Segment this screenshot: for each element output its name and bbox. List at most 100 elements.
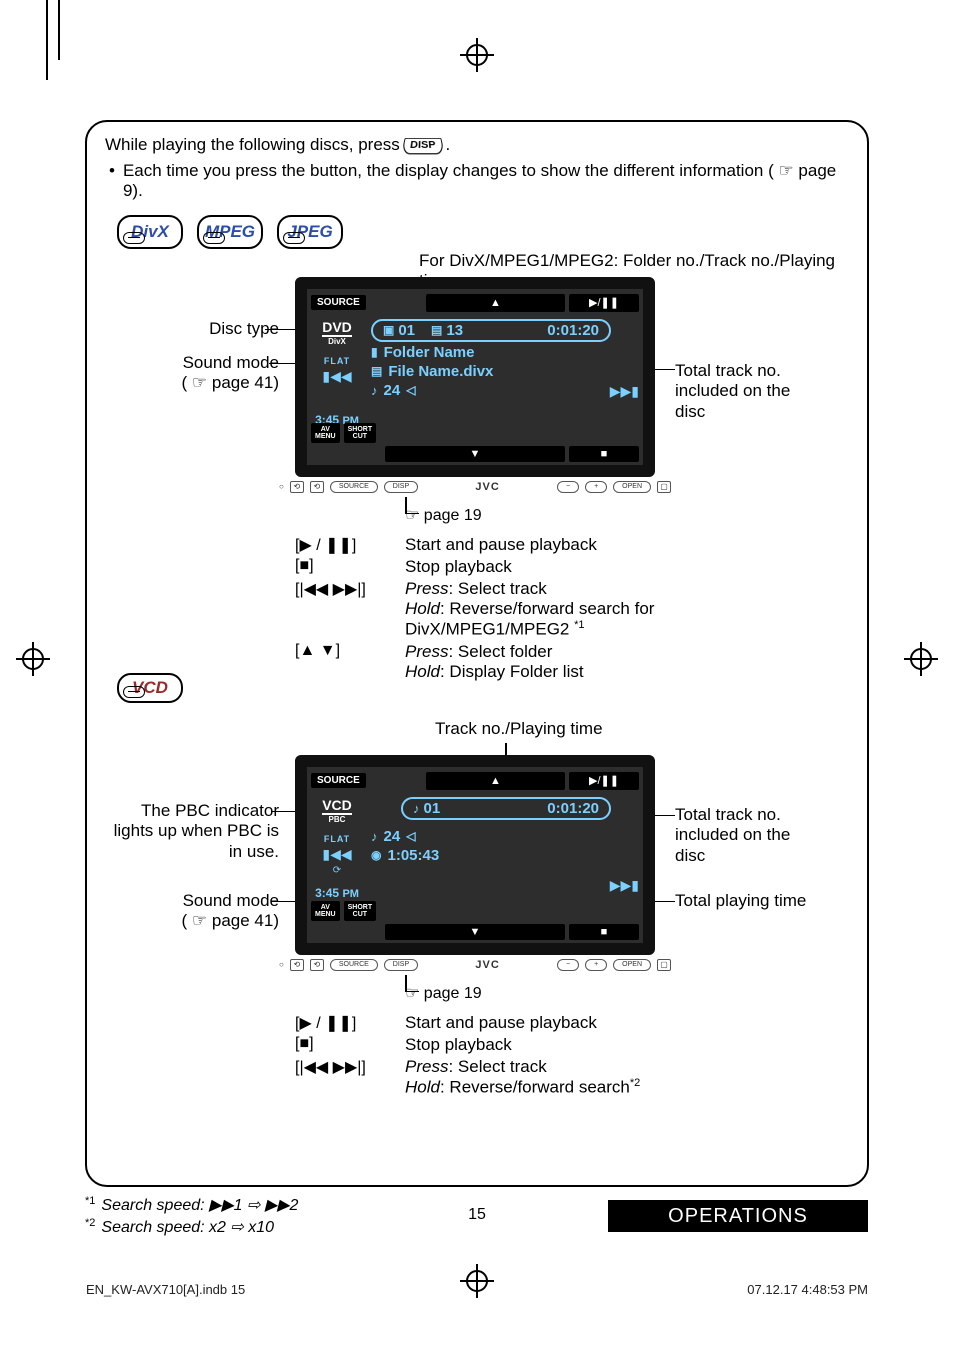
controls-table: [▶ / ❚❚] Start and pause playback [■] St… <box>295 1011 795 1100</box>
intro-bullet: • Each time you press the button, the di… <box>109 161 849 201</box>
play-time: 0:01:20 <box>547 800 599 817</box>
control-desc: Stop playback <box>405 1035 795 1055</box>
prev-track-button[interactable]: ▮◀◀ <box>309 846 365 863</box>
bezel-button[interactable]: ⟲ <box>310 481 324 493</box>
list-icon: ▤ <box>431 323 442 337</box>
disp-bezel-button[interactable]: DISP <box>384 959 418 971</box>
bullet-icon: • <box>109 161 115 201</box>
next-track-button[interactable]: ▶▶▮ <box>610 877 639 894</box>
up-button[interactable]: ▲ <box>426 772 565 790</box>
folder-icon: ▣ <box>383 323 394 337</box>
note-icon: ♪ <box>371 383 378 398</box>
press-label: Press <box>405 579 448 598</box>
track-no: 13 <box>446 322 463 339</box>
open-button[interactable]: OPEN <box>613 959 651 971</box>
control-key: [▲ ▼] <box>295 642 405 660</box>
down-button[interactable]: ▼ <box>385 446 565 462</box>
brand-logo: JVC <box>475 481 499 493</box>
control-desc: Start and pause playback <box>405 1013 795 1033</box>
control-key: [■] <box>295 557 405 575</box>
arrow-left-icon: ◁ <box>406 383 415 397</box>
jpeg-badge: JPEG <box>277 215 343 249</box>
label-ref: ( ☞ page 41) <box>182 911 279 930</box>
footnote-marker: *1 <box>574 619 584 631</box>
press-label: Press <box>405 642 448 661</box>
short-cut-button[interactable]: SHORT CUT <box>344 423 377 443</box>
up-button[interactable]: ▲ <box>426 294 565 312</box>
stop-button[interactable]: ■ <box>569 924 639 940</box>
section2-diagram: Track no./Playing time The PBC indicator… <box>105 727 849 1167</box>
control-desc: Press: Select folder Hold: Display Folde… <box>405 642 795 682</box>
control-desc: Start and pause playback <box>405 535 795 555</box>
play-pause-button[interactable]: ▶/❚❚ <box>569 772 639 790</box>
vol-up-button[interactable]: + <box>585 481 607 493</box>
open-button[interactable]: OPEN <box>613 481 651 493</box>
control-desc: Press: Select track Hold: Reverse/forwar… <box>405 1057 795 1098</box>
control-row: [■] Stop playback <box>295 557 795 577</box>
hold-label: Hold <box>405 662 440 681</box>
note-icon: ♪ <box>371 829 378 844</box>
sound-mode-label: Sound mode ( ☞ page 41) <box>119 353 279 394</box>
disp-bezel-button[interactable]: DISP <box>384 481 418 493</box>
av-menu-button[interactable]: AV MENU <box>311 901 340 921</box>
bezel-button[interactable]: ⟲ <box>290 481 304 493</box>
brand-logo: JVC <box>475 959 499 971</box>
vol-down-button[interactable]: − <box>557 481 579 493</box>
stop-button[interactable]: ■ <box>569 446 639 462</box>
sound-mode-label: Sound mode ( ☞ page 41) <box>119 891 279 932</box>
clock-ampm: PM <box>342 888 359 900</box>
registration-mark-icon <box>22 648 44 670</box>
vol-up-button[interactable]: + <box>585 959 607 971</box>
play-time: 0:01:20 <box>547 322 599 339</box>
format-badge-row: DivX MPEG JPEG <box>117 215 849 249</box>
lcd-area: ♪01 0:01:20 ♪24◁ ◉1:05:43 <box>371 797 637 893</box>
bezel-button[interactable]: ⟲ <box>310 959 324 971</box>
disc-icon <box>123 232 145 244</box>
file-icon: ▤ <box>371 364 382 378</box>
control-row: [|◀◀ ▶▶|] Press: Select track Hold: Reve… <box>295 579 795 640</box>
registration-mark-icon <box>910 648 932 670</box>
control-desc: Stop playback <box>405 557 795 577</box>
press-label: Press <box>405 1057 448 1076</box>
disc-type-label: Disc type <box>129 319 279 339</box>
registration-mark-icon <box>466 44 488 66</box>
content-panel: While playing the following discs, press… <box>85 120 869 1187</box>
section-tab: OPERATIONS <box>608 1200 868 1232</box>
prev-track-button[interactable]: ▮◀◀ <box>309 368 365 385</box>
footer-left: EN_KW-AVX710[A].indb 15 <box>86 1282 245 1297</box>
track-no: 01 <box>424 800 441 817</box>
bezel-button[interactable]: ▢ <box>657 481 671 493</box>
play-pause-button[interactable]: ▶/❚❚ <box>569 294 639 312</box>
bezel-button[interactable]: ▢ <box>657 959 671 971</box>
top-callout: Track no./Playing time <box>435 719 603 739</box>
sound-mode-indicator: FLAT <box>309 834 365 844</box>
source-bezel-button[interactable]: SOURCE <box>330 959 378 971</box>
repeat-icon: ⟳ <box>309 865 365 876</box>
av-menu-button[interactable]: AV MENU <box>311 423 340 443</box>
pbc-label: The PBC indicator lights up when PBC is … <box>99 801 279 862</box>
print-footer: EN_KW-AVX710[A].indb 15 07.12.17 4:48:53… <box>86 1282 868 1297</box>
disc-subtype-indicator: DivX <box>309 337 365 346</box>
vol-down-button[interactable]: − <box>557 959 579 971</box>
source-bezel-button[interactable]: SOURCE <box>330 481 378 493</box>
short-cut-button[interactable]: SHORT CUT <box>344 901 377 921</box>
label-text: Sound mode <box>183 353 279 372</box>
next-track-button[interactable]: ▶▶▮ <box>610 383 639 400</box>
clock-display: 3:45 PM <box>309 886 365 900</box>
total-track-label: Total track no. included on the disc <box>675 361 825 422</box>
control-key: [▶ / ❚❚] <box>295 1013 405 1033</box>
control-row: [▶ / ❚❚] Start and pause playback <box>295 1013 795 1033</box>
bezel-button[interactable]: ⟲ <box>290 959 304 971</box>
down-button[interactable]: ▼ <box>385 924 565 940</box>
intro-suffix: . <box>446 134 451 157</box>
control-row: [▶ / ❚❚] Start and pause playback <box>295 535 795 555</box>
device-bezel: ○ ⟲ ⟲ SOURCE DISP JVC − + OPEN ▢ <box>279 477 671 497</box>
disc-type-indicator: VCD <box>322 797 352 815</box>
controls-table: [▶ / ❚❚] Start and pause playback [■] St… <box>295 533 795 684</box>
sound-mode-indicator: FLAT <box>309 356 365 366</box>
source-button[interactable]: SOURCE <box>311 773 366 788</box>
crop-line <box>46 0 48 80</box>
source-button[interactable]: SOURCE <box>311 295 366 310</box>
intro-line: While playing the following discs, press… <box>105 134 849 157</box>
total-play-time: 1:05:43 <box>387 847 439 864</box>
